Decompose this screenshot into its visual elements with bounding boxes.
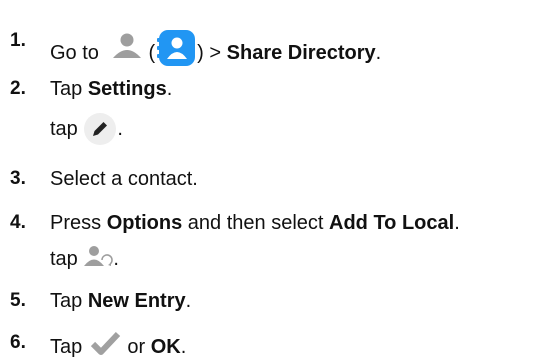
step-number: 1. <box>10 30 26 51</box>
step-4-subline: tap . <box>50 244 119 272</box>
step-text: Press Options and then select Add To Loc… <box>50 212 460 234</box>
step-number: 6. <box>10 332 26 353</box>
step-text: Tap or OK. <box>50 330 186 360</box>
step-number: 2. <box>10 78 26 99</box>
step-2-subline: tap . <box>50 112 123 145</box>
step-number: 3. <box>10 168 26 189</box>
contacts-app-icon <box>157 30 196 66</box>
step-text: Go to ( ) > Share Directory. <box>50 28 381 66</box>
person-icon <box>113 33 142 58</box>
step-number: 4. <box>10 212 26 233</box>
step-text: Tap New Entry. <box>50 290 192 312</box>
step-text: Tap Settings. <box>50 78 173 100</box>
pencil-icon <box>84 113 117 145</box>
checkmark-icon <box>90 331 120 355</box>
step-text: Select a contact. <box>50 168 198 190</box>
person-sync-icon <box>84 246 114 266</box>
step-number: 5. <box>10 290 26 311</box>
